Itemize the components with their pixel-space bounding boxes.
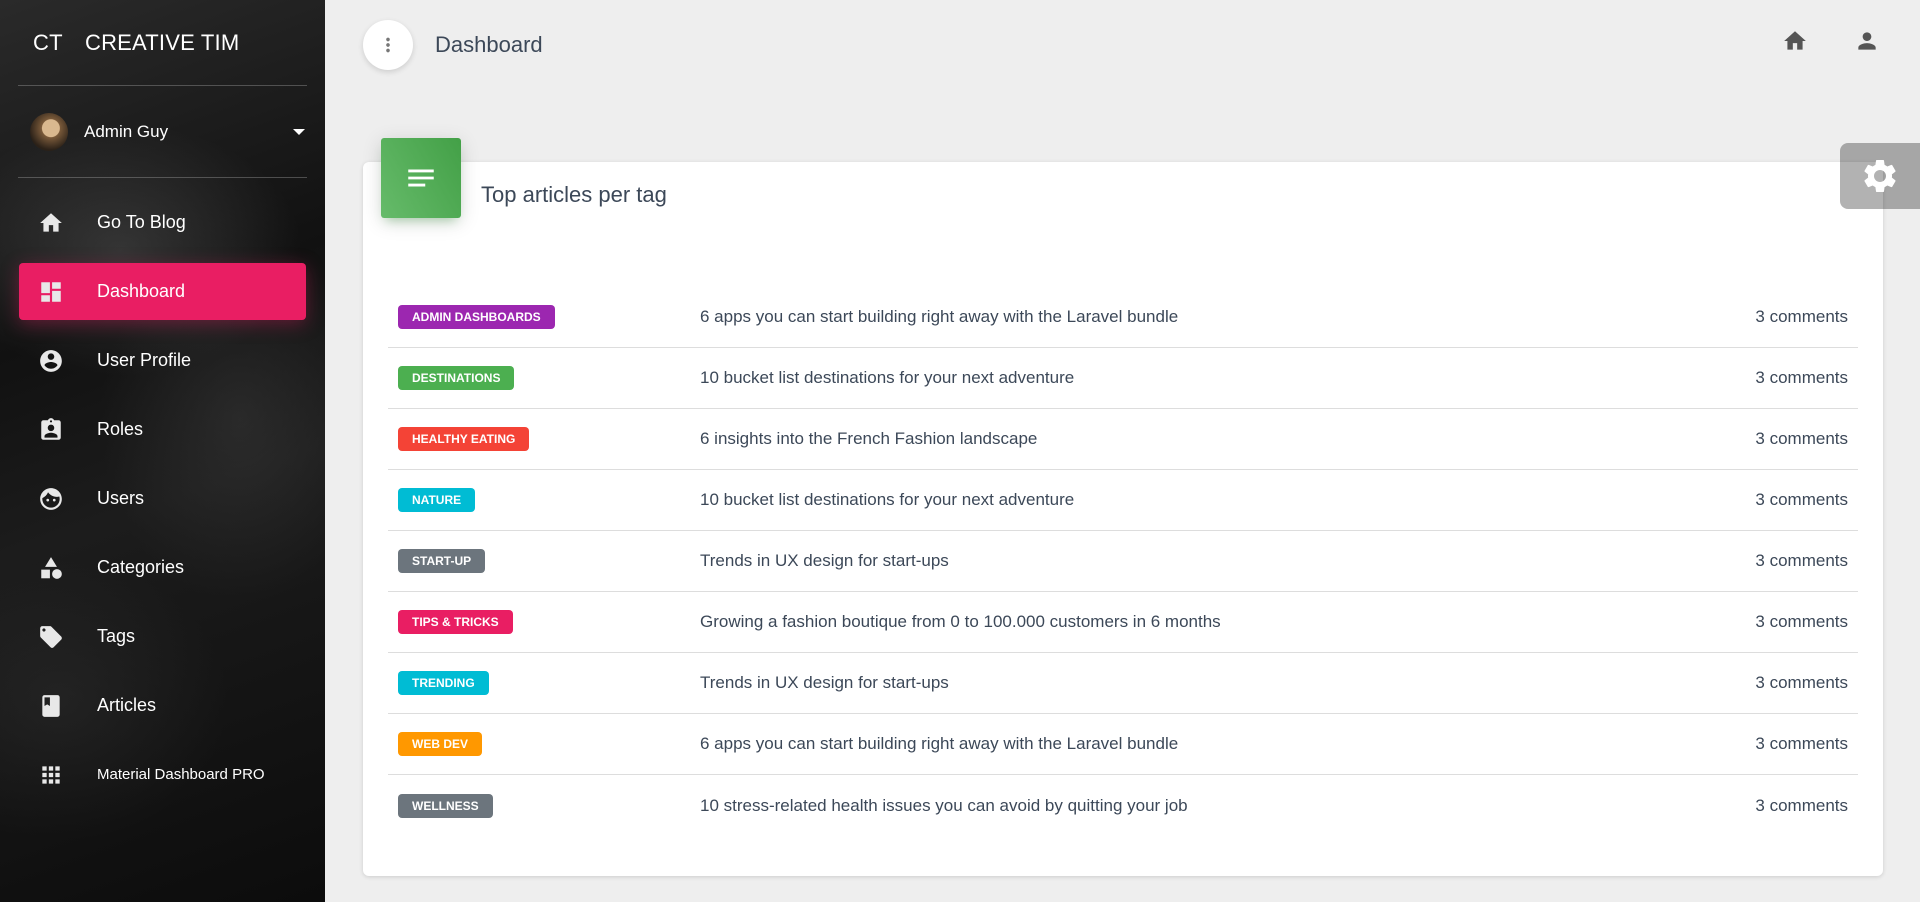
assignment-ind-icon [37, 416, 65, 444]
sidebar-item-dashboard[interactable]: Dashboard [19, 263, 306, 320]
sidebar-item-tags[interactable]: Tags [19, 608, 306, 665]
comments-count: 3 comments [1755, 673, 1848, 692]
sidebar-item-articles[interactable]: Articles [19, 677, 306, 734]
person-icon[interactable] [1854, 28, 1880, 59]
user-name[interactable]: Admin Guy [84, 122, 293, 142]
sidebar-nav: Go To Blog Dashboard User Profile Roles … [0, 178, 325, 803]
tag-cell: Healthy Eating [398, 427, 700, 451]
comments-count: 3 comments [1755, 734, 1848, 753]
tag-badge[interactable]: Start-up [398, 549, 486, 573]
tag-badge[interactable]: Admin Dashboards [398, 305, 555, 329]
table-row: Destinations 10 bucket list destinations … [388, 348, 1858, 409]
article-title[interactable]: 6 apps you can start building right away… [700, 307, 1755, 327]
article-title[interactable]: Growing a fashion boutique from 0 to 100… [700, 612, 1755, 632]
comments-count: 3 comments [1755, 307, 1848, 326]
tag-cell: Start-up [398, 549, 700, 573]
sidebar-item-go-to-blog[interactable]: Go To Blog [19, 194, 306, 251]
logo-text[interactable]: CREATIVE TIM [85, 30, 239, 56]
home-icon[interactable] [1782, 28, 1808, 59]
sidebar-item-label: Categories [97, 557, 185, 577]
tag-cell: Destinations [398, 366, 700, 390]
top-navbar: Dashboard [325, 0, 1920, 90]
top-articles-card: Top articles per tag Admin Dashboards 6 a… [363, 138, 1883, 876]
comments-count: 3 comments [1755, 429, 1848, 448]
article-title[interactable]: Trends in UX design for start-ups [700, 673, 1755, 693]
sidebar-toggle-button[interactable] [363, 20, 413, 70]
sidebar-item-label: Roles [97, 419, 144, 439]
tag-badge[interactable]: Trending [398, 671, 489, 695]
tag-cell: Nature [398, 488, 700, 512]
comments-count: 3 comments [1755, 795, 1848, 815]
sidebar-item-label: Tags [97, 626, 136, 646]
comments-count: 3 comments [1755, 551, 1848, 570]
category-icon [37, 554, 65, 582]
settings-button[interactable] [1840, 143, 1920, 209]
tag-cell: Trending [398, 671, 700, 695]
sidebar-item-user-profile[interactable]: User Profile [19, 332, 306, 389]
table-row: Start-up Trends in UX design for start-up… [388, 531, 1858, 592]
more-vert-icon [386, 37, 390, 53]
table-row: Web Dev 6 apps you can start building rig… [388, 714, 1858, 775]
sidebar-item-roles[interactable]: Roles [19, 401, 306, 458]
articles-table: Admin Dashboards 6 apps you can start bui… [388, 287, 1858, 836]
logo-mini[interactable]: CT [33, 30, 85, 56]
notes-icon [381, 138, 461, 218]
sidebar-item-categories[interactable]: Categories [19, 539, 306, 596]
face-icon [37, 485, 65, 513]
tag-cell: Web Dev [398, 732, 700, 756]
tag-cell: Tips & Tricks [398, 610, 700, 634]
table-row: Admin Dashboards 6 apps you can start bui… [388, 287, 1858, 348]
tag-cell: Wellness [398, 793, 700, 818]
avatar[interactable] [30, 113, 68, 151]
sidebar-item-label: User Profile [97, 350, 192, 370]
table-row: Trending Trends in UX design for start-up… [388, 653, 1858, 714]
tag-badge[interactable]: Nature [398, 488, 476, 512]
logo[interactable]: CT CREATIVE TIM [0, 0, 325, 86]
tag-badge[interactable]: Destinations [398, 366, 515, 390]
account-circle-icon [37, 347, 65, 375]
table-row: Nature 10 bucket list destinations for yo… [388, 470, 1858, 531]
table-row: Wellness 10 stress-related health issues … [388, 775, 1858, 836]
article-title[interactable]: 10 bucket list destinations for your nex… [700, 490, 1755, 510]
main-panel: Dashboard Top articles per tag Admin Das… [325, 0, 1920, 902]
table-row: Tips & Tricks Growing a fashion boutique … [388, 592, 1858, 653]
page-title: Dashboard [435, 32, 543, 57]
sidebar-item-label: Users [97, 488, 145, 508]
article-title[interactable]: 6 apps you can start building right away… [700, 734, 1755, 754]
tag-badge[interactable]: Wellness [398, 793, 493, 818]
user-menu[interactable]: Admin Guy [0, 86, 325, 178]
sidebar-item-label: Articles [97, 695, 157, 715]
article-title[interactable]: 6 insights into the French Fashion lands… [700, 429, 1755, 449]
tag-badge[interactable]: Healthy Eating [398, 427, 530, 451]
sidebar-item-users[interactable]: Users [19, 470, 306, 527]
gear-icon [1864, 160, 1896, 192]
sidebar-item-label: Go To Blog [97, 212, 186, 232]
article-title[interactable]: 10 bucket list destinations for your nex… [700, 368, 1755, 388]
sidebar-item-label: Dashboard [97, 281, 186, 301]
card-title: Top articles per tag [481, 182, 667, 207]
sidebar-item-label: Material Dashboard PRO [97, 766, 265, 783]
article-title[interactable]: 10 stress-related health issues you can … [700, 796, 1755, 816]
sidebar: CT CREATIVE TIM Admin Guy Go To Blog Das… [0, 0, 325, 902]
comments-count: 3 comments [1755, 612, 1848, 631]
tag-icon [37, 623, 65, 651]
comments-count: 3 comments [1755, 490, 1848, 509]
tag-cell: Admin Dashboards [398, 305, 700, 329]
table-row: Healthy Eating 6 insights into the French… [388, 409, 1858, 470]
article-title[interactable]: Trends in UX design for start-ups [700, 551, 1755, 571]
home-icon [37, 209, 65, 237]
sidebar-item-material-dashboard-pro[interactable]: Material Dashboard PRO [19, 746, 306, 803]
apps-icon [37, 761, 65, 789]
book-icon [37, 692, 65, 720]
comments-count: 3 comments [1755, 368, 1848, 387]
tag-badge[interactable]: Web Dev [398, 732, 483, 756]
dashboard-icon [37, 278, 65, 306]
chevron-down-icon[interactable] [293, 129, 305, 135]
tag-badge[interactable]: Tips & Tricks [398, 610, 513, 634]
